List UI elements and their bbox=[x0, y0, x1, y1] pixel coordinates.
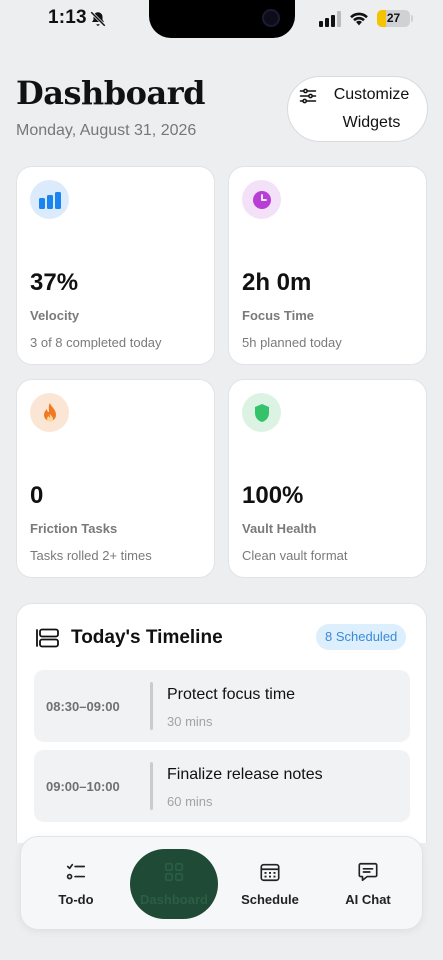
page-date: Monday, August 31, 2026 bbox=[16, 122, 197, 139]
signal-icon bbox=[319, 11, 341, 27]
camera-icon bbox=[262, 9, 280, 27]
focus-time-label: Focus Time bbox=[242, 308, 315, 323]
velocity-icon-badge bbox=[30, 180, 69, 219]
velocity-value: 37% bbox=[30, 269, 79, 296]
slot-time: 09:00–10:00 bbox=[46, 779, 120, 794]
friction-tasks-subtext: Tasks rolled 2+ times bbox=[30, 548, 152, 563]
slot-title: Protect focus time bbox=[167, 686, 296, 703]
friction-tasks-card[interactable]: 0 Friction Tasks Tasks rolled 2+ times bbox=[16, 379, 215, 578]
velocity-subtext: 3 of 8 completed today bbox=[30, 335, 162, 350]
slot-time: 08:30–09:00 bbox=[46, 699, 120, 714]
nav-label-dashboard: Dashboard bbox=[140, 892, 208, 907]
slot-divider bbox=[150, 682, 153, 730]
friction-tasks-icon-badge bbox=[30, 393, 69, 432]
customize-widgets-button[interactable]: Customize Widgets bbox=[287, 76, 428, 142]
focus-time-icon-badge bbox=[242, 180, 281, 219]
timeline-slot[interactable]: 09:00–10:00 Finalize release notes 60 mi… bbox=[34, 750, 410, 822]
calendar-icon bbox=[260, 863, 280, 882]
checklist-icon bbox=[66, 863, 86, 880]
slot-title: Finalize release notes bbox=[167, 766, 323, 783]
friction-tasks-value: 0 bbox=[30, 482, 44, 509]
vault-health-value: 100% bbox=[242, 482, 304, 509]
timeline-card: Today's Timeline 8 Scheduled 08:30–09:00… bbox=[16, 603, 427, 843]
vault-health-label: Vault Health bbox=[242, 521, 317, 536]
chat-icon bbox=[358, 862, 378, 882]
friction-tasks-label: Friction Tasks bbox=[30, 521, 118, 536]
vault-health-icon-badge bbox=[242, 393, 281, 432]
nav-item-dashboard[interactable]: Dashboard bbox=[134, 837, 214, 931]
flame-icon bbox=[43, 402, 56, 422]
grid-icon bbox=[164, 862, 184, 882]
bottom-nav: To-do Dashboard Schedule AI Chat bbox=[20, 836, 423, 930]
shield-icon bbox=[254, 403, 269, 422]
slot-duration: 30 mins bbox=[167, 714, 213, 729]
battery-level: 27 bbox=[386, 11, 401, 25]
status-time: 1:13 bbox=[48, 7, 87, 28]
page-title: Dashboard bbox=[16, 74, 205, 112]
velocity-label: Velocity bbox=[30, 308, 80, 323]
timeline-title: Today's Timeline bbox=[71, 627, 223, 648]
bell-off-icon bbox=[90, 11, 106, 27]
vault-health-subtext: Clean vault format bbox=[242, 548, 348, 563]
battery-tip bbox=[411, 15, 413, 22]
wifi-icon bbox=[350, 12, 368, 26]
bar-chart-icon bbox=[38, 191, 61, 209]
vault-health-card[interactable]: 100% Vault Health Clean vault format bbox=[228, 379, 427, 578]
velocity-card[interactable]: 37% Velocity 3 of 8 completed today bbox=[16, 166, 215, 365]
customize-widgets-label: Customize Widgets bbox=[333, 86, 410, 131]
nav-item-ai-chat[interactable]: AI Chat bbox=[328, 837, 408, 931]
timeline-icon bbox=[36, 628, 59, 648]
clock-icon bbox=[252, 190, 271, 209]
focus-time-value: 2h 0m bbox=[242, 269, 312, 296]
slot-duration: 60 mins bbox=[167, 794, 213, 809]
nav-item-schedule[interactable]: Schedule bbox=[230, 837, 310, 931]
scheduled-count-badge: 8 Scheduled bbox=[316, 624, 407, 650]
sliders-icon bbox=[299, 88, 317, 104]
app-screen: 1:13 27 Dashboard Monday, August 31, 202… bbox=[0, 0, 443, 960]
nav-label-schedule: Schedule bbox=[241, 892, 299, 907]
nav-label-todo: To-do bbox=[58, 892, 94, 907]
focus-time-card[interactable]: 2h 0m Focus Time 5h planned today bbox=[228, 166, 427, 365]
battery-icon: 27 bbox=[377, 10, 410, 27]
nav-item-todo[interactable]: To-do bbox=[36, 837, 116, 931]
nav-label-ai-chat: AI Chat bbox=[345, 892, 391, 907]
status-bar: 1:13 27 bbox=[0, 0, 443, 40]
focus-time-subtext: 5h planned today bbox=[242, 335, 342, 350]
timeline-slot[interactable]: 08:30–09:00 Protect focus time 30 mins bbox=[34, 670, 410, 742]
slot-divider bbox=[150, 762, 153, 810]
